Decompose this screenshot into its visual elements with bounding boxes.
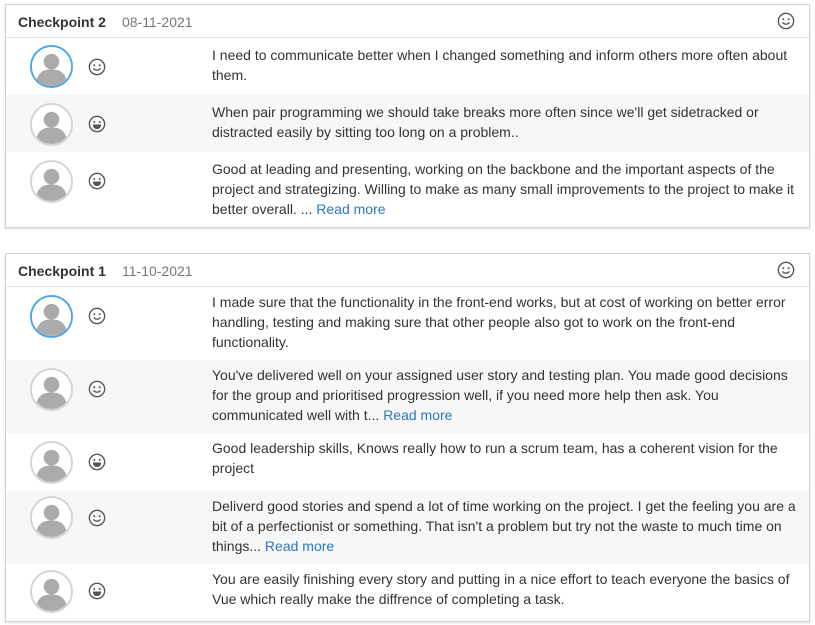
checkpoint-card: Checkpoint 2 08-11-2021 I need to commun… [5, 4, 810, 228]
smiley-grin-icon [88, 115, 106, 133]
checkpoint-title: Checkpoint 2 [18, 14, 106, 30]
feedback-text: Good leadership skills, Knows really how… [212, 440, 778, 476]
feedback-row: I made sure that the functionality in th… [6, 287, 809, 360]
avatar [30, 295, 73, 338]
feedback-text-block: You've delivered well on your assigned u… [212, 365, 796, 425]
feedback-text-block: When pair programming we should take bre… [212, 102, 796, 142]
feedback-text-block: You are easily finishing every story and… [212, 569, 796, 609]
checkpoint-date: 11-10-2021 [122, 263, 193, 279]
checkpoint-header: Checkpoint 2 08-11-2021 [6, 5, 809, 38]
feedback-text-block: Good leadership skills, Knows really how… [212, 438, 796, 478]
feedback-row: You've delivered well on your assigned u… [6, 360, 809, 433]
smiley-outline-icon [88, 380, 106, 398]
feedback-text: You've delivered well on your assigned u… [212, 367, 788, 423]
feedback-row: Good at leading and presenting, working … [6, 152, 809, 226]
feedback-text: I need to communicate better when I chan… [212, 47, 788, 83]
avatar [30, 160, 73, 203]
read-more-link[interactable]: Read more [383, 407, 452, 423]
avatar [30, 570, 73, 613]
feedback-text-block: I need to communicate better when I chan… [212, 45, 796, 85]
smiley-outline-icon[interactable] [777, 12, 795, 30]
feedback-text-block: I made sure that the functionality in th… [212, 292, 796, 352]
avatar [30, 368, 73, 411]
read-more-link[interactable]: Read more [265, 538, 334, 554]
smiley-outline-icon[interactable] [777, 261, 795, 279]
feedback-row: Good leadership skills, Knows really how… [6, 433, 809, 491]
feedback-row: When pair programming we should take bre… [6, 95, 809, 152]
feedback-row: Deliverd good stories and spend a lot of… [6, 491, 809, 564]
feedback-text: Good at leading and presenting, working … [212, 161, 795, 217]
avatar [30, 441, 73, 484]
smiley-outline-icon [88, 509, 106, 527]
feedback-text-block: Deliverd good stories and spend a lot of… [212, 496, 796, 556]
checkpoint-header: Checkpoint 1 11-10-2021 [6, 254, 809, 287]
smiley-grin-icon [88, 453, 106, 471]
avatar [30, 45, 73, 88]
checkpoint-card: Checkpoint 1 11-10-2021 I made sure that… [5, 253, 810, 622]
checkpoint-title: Checkpoint 1 [18, 263, 106, 279]
feedback-text-block: Good at leading and presenting, working … [212, 159, 796, 219]
avatar [30, 103, 73, 146]
feedback-row: You are easily finishing every story and… [6, 564, 809, 620]
feedback-text: You are easily finishing every story and… [212, 571, 790, 607]
checkpoint-date: 08-11-2021 [122, 14, 193, 30]
smiley-outline-icon [88, 307, 106, 325]
smiley-grin-icon [88, 172, 106, 190]
read-more-link[interactable]: Read more [316, 201, 385, 217]
avatar [30, 496, 73, 539]
feedback-text: When pair programming we should take bre… [212, 104, 759, 140]
smiley-outline-icon [88, 58, 106, 76]
feedback-text: I made sure that the functionality in th… [212, 294, 786, 350]
smiley-grin-icon [88, 582, 106, 600]
feedback-row: I need to communicate better when I chan… [6, 38, 809, 95]
